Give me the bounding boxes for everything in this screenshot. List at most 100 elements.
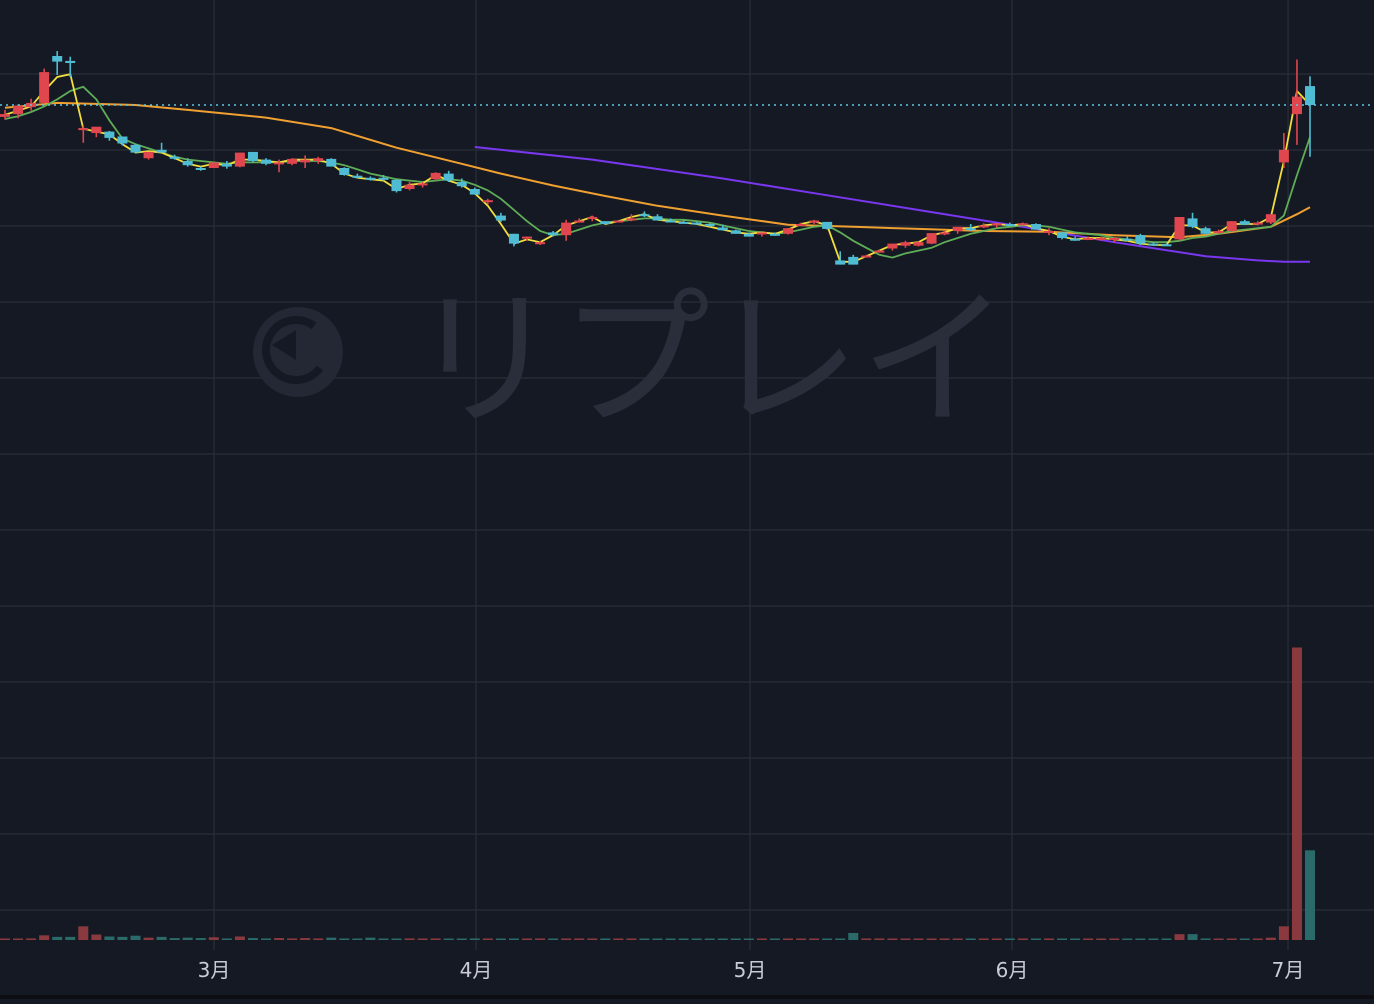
candle	[221, 161, 232, 169]
volume-bar	[978, 938, 989, 940]
volume-bar	[626, 938, 637, 940]
candle	[1239, 219, 1250, 225]
candle-body	[1057, 232, 1068, 238]
candle-body	[743, 233, 754, 237]
volume-bar	[991, 938, 1002, 940]
candle-body	[1096, 238, 1107, 240]
candle-body	[1213, 231, 1224, 233]
volume-bars	[0, 647, 1315, 940]
candle	[1291, 59, 1302, 145]
volume-bar	[587, 938, 598, 940]
candle	[783, 228, 793, 235]
candle	[508, 233, 519, 247]
candle-body	[1161, 244, 1172, 247]
candles	[0, 51, 1315, 265]
volume-bar	[117, 936, 128, 940]
candle	[78, 125, 89, 143]
volume-bar	[508, 938, 519, 940]
volume-bar	[443, 938, 454, 940]
candle-body	[978, 225, 989, 228]
volume-bar	[65, 936, 76, 940]
volume-bar	[548, 938, 559, 940]
volume-bar	[1057, 938, 1068, 940]
candle-body	[104, 131, 115, 138]
volume-bar	[848, 932, 859, 940]
volume-bar	[691, 938, 702, 940]
volume-bar	[300, 938, 311, 940]
stock-chart[interactable]: リプレイ 3月 4月 5月 6月 7月	[0, 0, 1374, 1004]
volume-bar	[143, 937, 154, 940]
candle	[574, 218, 585, 223]
volume-bar	[717, 938, 728, 940]
volume-bar	[1291, 647, 1302, 940]
candle-body	[208, 162, 219, 168]
candle	[443, 170, 454, 182]
volume-bar	[535, 938, 546, 940]
volume-bar	[352, 938, 363, 940]
candle-body	[195, 168, 206, 170]
candle-body	[913, 242, 924, 246]
candle-body	[1122, 238, 1133, 241]
volume-bar	[1135, 938, 1146, 940]
candle-body	[639, 214, 650, 217]
candle	[326, 158, 337, 167]
volume-bar	[1004, 938, 1015, 940]
candle	[887, 243, 898, 251]
volume-bar	[574, 938, 585, 940]
candle-body	[756, 232, 767, 235]
candle	[900, 240, 911, 248]
candle	[874, 249, 885, 253]
candle	[1265, 214, 1276, 224]
volume-bar	[1083, 938, 1094, 940]
candle	[91, 126, 102, 138]
volume-bar	[339, 938, 350, 940]
candle-body	[1252, 222, 1263, 225]
volume-bar	[313, 938, 324, 940]
candle-body	[117, 136, 128, 144]
volume-bar	[522, 938, 532, 940]
candle-body	[156, 149, 167, 153]
candle-body	[887, 243, 898, 249]
candle-body	[874, 250, 885, 253]
candle-body	[822, 221, 833, 229]
volume-bar	[1096, 938, 1107, 940]
candle-body	[769, 233, 780, 236]
candle	[730, 229, 741, 234]
candle	[247, 151, 258, 163]
candle-body	[809, 220, 820, 223]
candle-body	[939, 232, 950, 235]
volume-bar	[1161, 938, 1172, 940]
volume-bar	[783, 938, 793, 940]
x-tick-label: 6月	[996, 958, 1029, 982]
candle	[156, 142, 167, 153]
candle	[208, 162, 219, 168]
candle-body	[234, 152, 245, 167]
volume-bar	[874, 938, 885, 940]
candle	[561, 219, 572, 241]
volume-bar	[404, 938, 415, 940]
candle	[639, 211, 650, 217]
volume-bar	[1122, 938, 1133, 940]
candle	[39, 68, 50, 104]
volume-bar	[900, 938, 911, 940]
volume-bar	[469, 938, 480, 940]
candle-body	[495, 215, 506, 221]
volume-bar	[822, 938, 833, 940]
candlestick-chart[interactable]: リプレイ 3月 4月 5月 6月 7月	[0, 0, 1374, 1004]
volume-bar	[678, 938, 689, 940]
x-tick-label: 3月	[198, 958, 231, 982]
candle	[261, 158, 271, 166]
candle-body	[482, 200, 493, 203]
volume-bar	[261, 938, 271, 940]
candle	[926, 233, 937, 245]
volume-bar	[1044, 938, 1054, 940]
candle-body	[247, 151, 258, 161]
volume-bar	[495, 938, 506, 940]
candle-body	[574, 220, 585, 223]
volume-bar	[1213, 938, 1224, 940]
candle-body	[861, 255, 872, 258]
candle-body	[130, 144, 141, 153]
volume-bar	[130, 935, 141, 940]
candle-body	[287, 158, 298, 164]
candle-body	[535, 242, 546, 245]
